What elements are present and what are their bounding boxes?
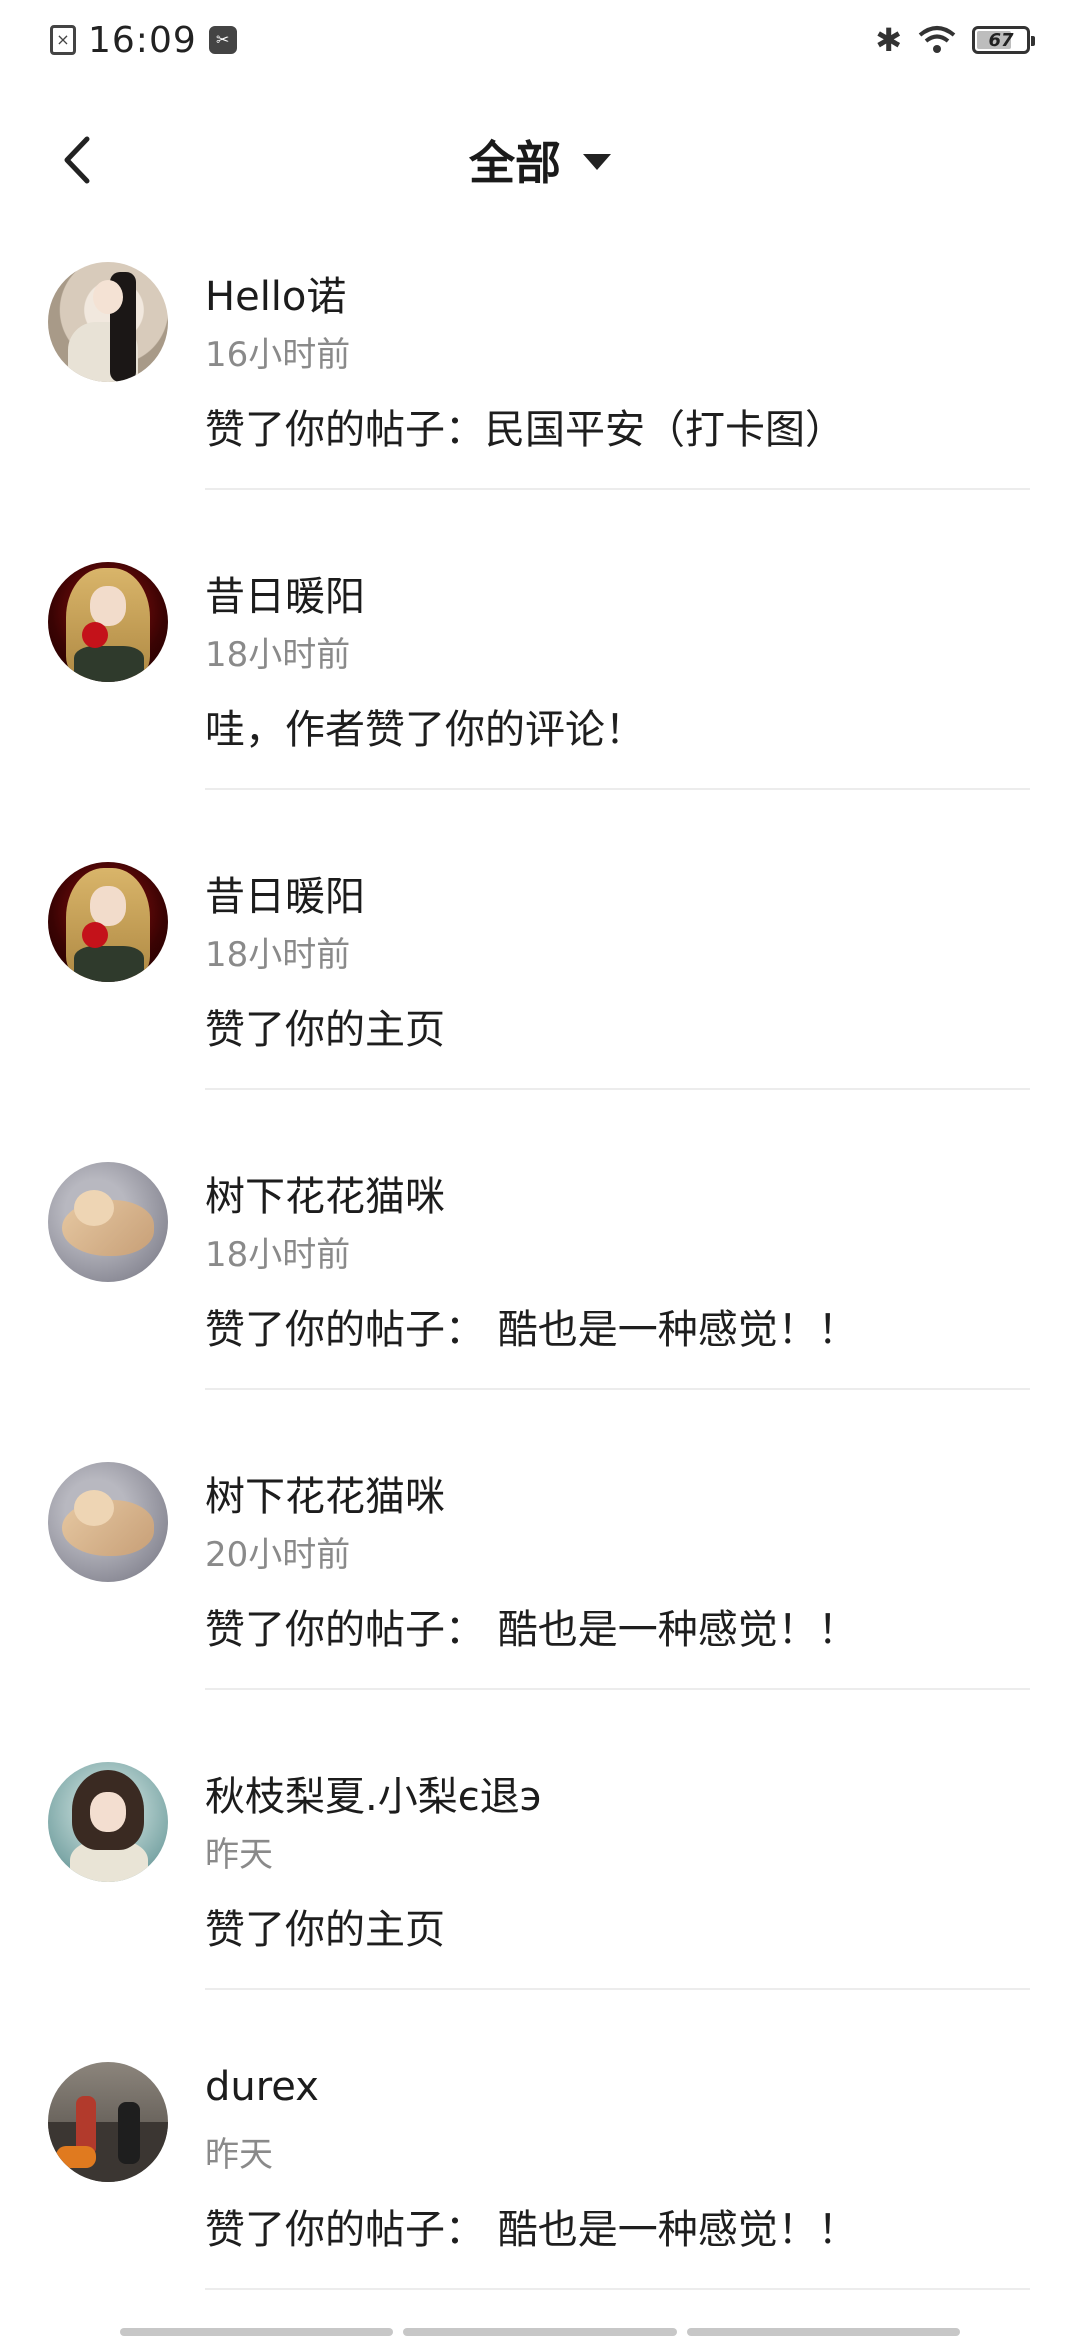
avatar[interactable]: [48, 862, 168, 982]
list-item[interactable]: Hello诺 16小时前 赞了你的帖子：民国平安（打卡图）: [0, 262, 1080, 562]
bluetooth-icon: ✱: [875, 21, 902, 59]
header: 全部: [0, 110, 1080, 210]
divider: [205, 788, 1030, 790]
notification-text[interactable]: 赞了你的帖子： 酷也是一种感觉！！: [205, 1297, 858, 1355]
notification-text[interactable]: 赞了你的帖子： 酷也是一种感觉！！: [205, 2197, 858, 2255]
divider: [205, 1988, 1030, 1990]
avatar[interactable]: [48, 1162, 168, 1282]
timestamp: 昨天: [205, 1835, 273, 1875]
chevron-left-icon: [64, 136, 90, 184]
user-name[interactable]: 昔日暖阳: [205, 864, 365, 922]
divider: [205, 1388, 1030, 1390]
avatar[interactable]: [48, 1762, 168, 1882]
user-name[interactable]: 树下花花猫咪: [205, 1464, 445, 1522]
timestamp: 18小时前: [205, 1235, 351, 1275]
notification-text[interactable]: 赞了你的帖子： 酷也是一种感觉！！: [205, 1597, 858, 1655]
list-item[interactable]: 昔日暖阳 18小时前 赞了你的主页: [0, 862, 1080, 1162]
status-time: 16:09: [88, 19, 197, 61]
status-right: ✱ 67: [875, 21, 1035, 59]
divider: [205, 1088, 1030, 1090]
list-item[interactable]: 昔日暖阳 18小时前 哇，作者赞了你的评论！: [0, 562, 1080, 862]
notification-text[interactable]: 赞了你的主页: [205, 1897, 445, 1955]
sim-card-icon: ×: [50, 25, 76, 55]
avatar[interactable]: [48, 1462, 168, 1582]
user-name[interactable]: 昔日暖阳: [205, 564, 365, 622]
notification-text[interactable]: 哇，作者赞了你的评论！: [205, 697, 645, 755]
timestamp: 18小时前: [205, 935, 351, 975]
user-name[interactable]: Hello诺: [205, 264, 346, 322]
status-bar: × 16:09 ✂ ✱ 67: [0, 0, 1080, 80]
status-left: × 16:09 ✂: [50, 20, 237, 61]
divider: [205, 1688, 1030, 1690]
user-name[interactable]: durex: [205, 2064, 319, 2110]
notification-list: Hello诺 16小时前 赞了你的帖子：民国平安（打卡图） 昔日暖阳 18小时前…: [0, 262, 1080, 2340]
indicator-segment: [686, 2328, 960, 2336]
user-name[interactable]: 树下花花猫咪: [205, 1164, 445, 1222]
avatar[interactable]: [48, 262, 168, 382]
battery-level: 67: [988, 29, 1014, 51]
back-button[interactable]: [48, 132, 104, 188]
screen: × 16:09 ✂ ✱ 67 全部 Hello诺 16小时前 赞了你的帖子：民国…: [0, 0, 1080, 2340]
indicator-segment: [120, 2328, 394, 2336]
bottom-indicator: [120, 2328, 960, 2336]
list-item[interactable]: 树下花花猫咪 18小时前 赞了你的帖子： 酷也是一种感觉！！: [0, 1162, 1080, 1462]
indicator-segment: [403, 2328, 677, 2336]
timestamp: 昨天: [205, 2135, 273, 2175]
list-item[interactable]: 秋枝梨夏.小梨є退э 昨天 赞了你的主页: [0, 1762, 1080, 2062]
notification-text[interactable]: 赞了你的帖子：民国平安（打卡图）: [205, 397, 845, 455]
avatar[interactable]: [48, 2062, 168, 2182]
battery-icon: 67: [972, 26, 1035, 54]
page-title: 全部: [469, 136, 561, 190]
timestamp: 16小时前: [205, 335, 351, 375]
timestamp: 20小时前: [205, 1535, 351, 1575]
divider: [205, 488, 1030, 490]
app-notification-icon: ✂: [208, 26, 237, 54]
user-name[interactable]: 秋枝梨夏.小梨є退э: [205, 1764, 542, 1822]
avatar[interactable]: [48, 562, 168, 682]
wifi-icon: [918, 26, 956, 53]
filter-dropdown[interactable]: 全部: [469, 127, 611, 193]
divider: [205, 2288, 1030, 2290]
list-item[interactable]: durex 昨天 赞了你的帖子： 酷也是一种感觉！！: [0, 2062, 1080, 2340]
list-item[interactable]: 树下花花猫咪 20小时前 赞了你的帖子： 酷也是一种感觉！！: [0, 1462, 1080, 1762]
notification-text[interactable]: 赞了你的主页: [205, 997, 445, 1055]
caret-down-icon: [583, 154, 611, 170]
timestamp: 18小时前: [205, 635, 351, 675]
